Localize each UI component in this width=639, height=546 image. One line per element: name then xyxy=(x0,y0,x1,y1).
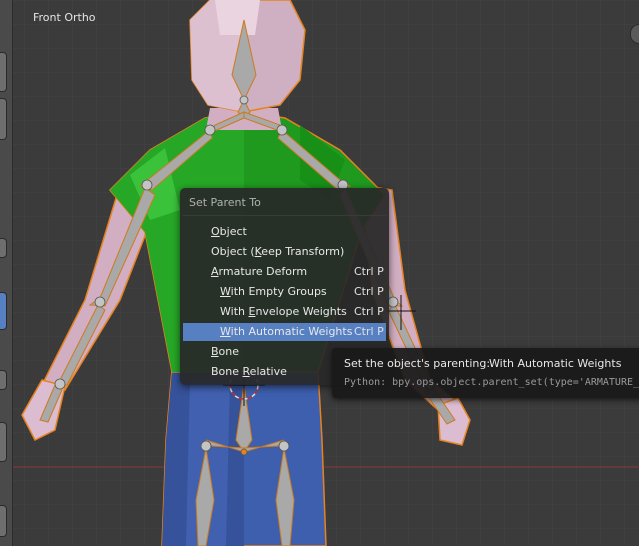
toolbar-tab-active[interactable] xyxy=(0,292,7,330)
3d-viewport[interactable]: Front Ortho Set Parent To Object Object (… xyxy=(0,0,639,546)
menu-item-label: With Automatic Weights xyxy=(220,325,353,338)
menu-item-with-envelope-weights[interactable]: With Envelope Weights Ctrl P xyxy=(183,303,386,321)
menu-item-shortcut: Ctrl P xyxy=(354,325,384,338)
menu-item-label: Bone xyxy=(211,345,240,358)
tooltip: Set the object's parenting: With Automat… xyxy=(332,348,639,398)
menu-item-label: Object xyxy=(211,225,247,238)
menu-item-with-automatic-weights[interactable]: With Automatic Weights Ctrl P xyxy=(183,323,386,341)
toolbar-tab[interactable] xyxy=(0,238,7,258)
toolbar-tab[interactable] xyxy=(0,422,7,462)
tooltip-description: Set the object's parenting: xyxy=(344,357,491,370)
toolbar-tab[interactable] xyxy=(0,52,7,92)
toolbar-tab[interactable] xyxy=(0,505,7,537)
tooltip-value: With Automatic Weights xyxy=(489,357,622,370)
tooltip-python: Python: bpy.ops.object.parent_set(type='… xyxy=(344,377,639,388)
menu-item-object[interactable]: Object xyxy=(183,223,386,241)
view-label: Front Ortho xyxy=(33,11,96,24)
menu-item-label: Object (Keep Transform) xyxy=(211,245,345,258)
toolbar-tab[interactable] xyxy=(0,98,7,140)
menu-item-label: With Envelope Weights xyxy=(220,305,347,318)
menu-item-label: Bone Relative xyxy=(211,365,287,378)
menu-item-with-empty-groups[interactable]: With Empty Groups Ctrl P xyxy=(183,283,386,301)
left-toolbar-edge[interactable] xyxy=(0,0,13,546)
menu-item-armature-deform[interactable]: Armature Deform Ctrl P xyxy=(183,263,386,281)
menu-title: Set Parent To xyxy=(189,196,261,209)
toolbar-tab[interactable] xyxy=(0,370,7,390)
menu-item-shortcut: Ctrl P xyxy=(354,285,384,298)
menu-item-object-keep-transform[interactable]: Object (Keep Transform) xyxy=(183,243,386,261)
menu-item-shortcut: Ctrl P xyxy=(354,265,384,278)
viewport-corner-widget[interactable] xyxy=(630,24,639,44)
menu-item-label: Armature Deform xyxy=(211,265,308,278)
menu-separator xyxy=(183,215,386,216)
menu-item-shortcut: Ctrl P xyxy=(354,305,384,318)
menu-item-label: With Empty Groups xyxy=(220,285,327,298)
